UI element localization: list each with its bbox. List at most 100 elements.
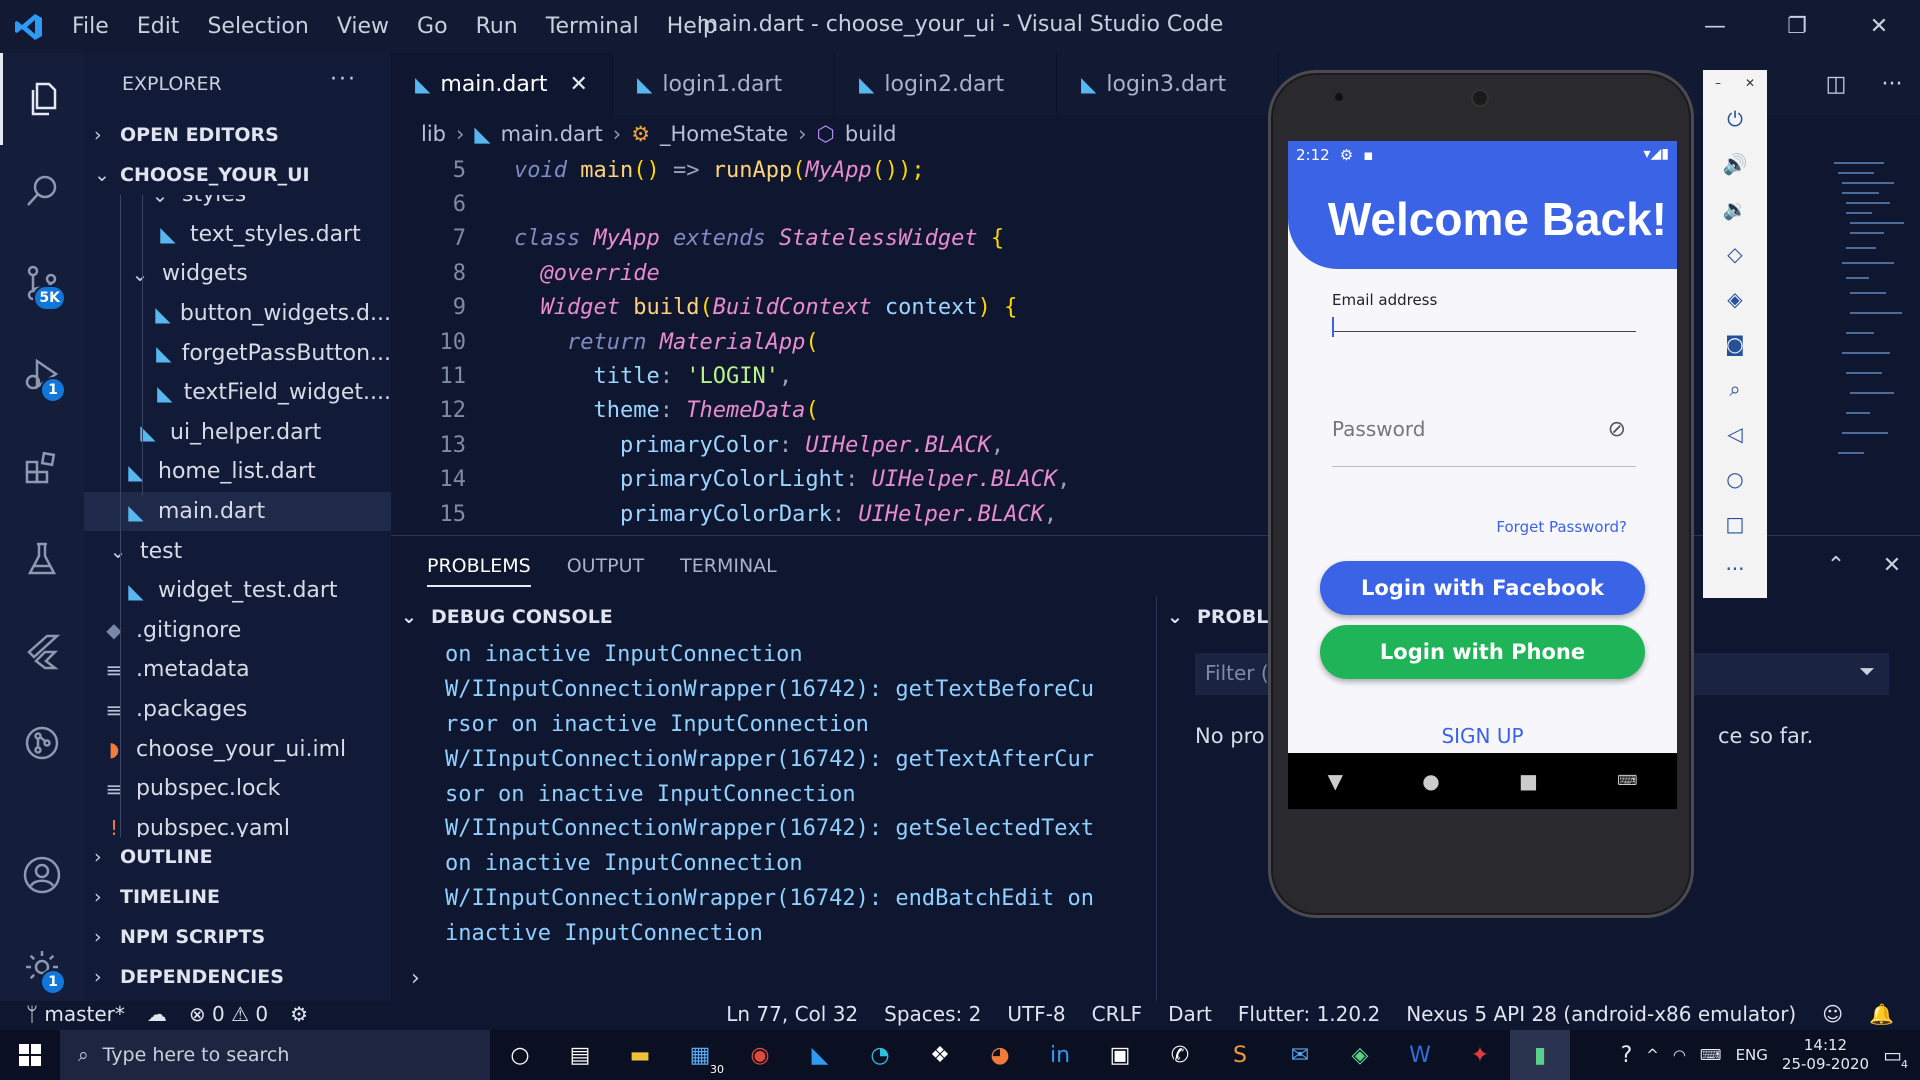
menu-selection[interactable]: Selection <box>193 14 322 39</box>
tree-folder-test[interactable]: ⌄ test <box>84 531 391 571</box>
problems-status[interactable]: ⊗ 0 ⚠ 0 <box>189 1002 268 1026</box>
minimap[interactable] <box>1824 153 1920 493</box>
rotate-left-icon[interactable]: ◇ <box>1703 231 1767 276</box>
tab-output[interactable]: OUTPUT <box>567 555 644 577</box>
flutter-version[interactable]: Flutter: 1.20.2 <box>1238 1002 1380 1026</box>
login-facebook-button[interactable]: Login with Facebook <box>1320 561 1645 615</box>
tree-file-forget-pass-button[interactable]: ◣ forgetPassButton... <box>84 333 391 373</box>
close-panel-icon[interactable]: ✕ <box>1864 536 1920 596</box>
notifications-bell-icon[interactable]: 🔔 <box>1869 1002 1894 1026</box>
debug-status-icon[interactable]: ⚙ <box>290 1002 308 1026</box>
outline-section[interactable]: › OUTLINE <box>84 837 391 877</box>
dependencies-section[interactable]: › DEPENDENCIES <box>84 957 391 997</box>
sync-icon[interactable]: ☁ <box>147 1002 167 1026</box>
language-mode[interactable]: Dart <box>1168 1002 1212 1026</box>
split-editor-icon[interactable]: ◫ <box>1808 72 1864 97</box>
npm-scripts-section[interactable]: › NPM SCRIPTS <box>84 917 391 957</box>
vscode-taskbar-icon[interactable]: ◣ <box>790 1030 850 1080</box>
emulator-minimize-icon[interactable]: – <box>1715 76 1721 90</box>
open-editors-section[interactable]: › OPEN EDITORS <box>84 115 391 155</box>
menu-help[interactable]: Help <box>653 14 731 39</box>
timeline-section[interactable]: › TIMELINE <box>84 877 391 917</box>
breadcrumb-class[interactable]: _HomeState <box>660 122 788 146</box>
power-icon[interactable]: ⏻ <box>1703 96 1767 141</box>
clock[interactable]: 14:12 25-09-2020 <box>1782 1036 1869 1074</box>
recents-nav-icon[interactable]: ■ <box>1519 769 1538 793</box>
breadcrumb-lib[interactable]: lib <box>421 122 446 146</box>
home-icon[interactable]: ○ <box>1703 456 1767 501</box>
acrobat-icon[interactable]: ✦ <box>1450 1030 1510 1080</box>
editor-more-icon[interactable]: ··· <box>1864 72 1920 97</box>
git-graph-icon[interactable] <box>0 697 84 789</box>
volume-up-icon[interactable]: 🔊 <box>1703 141 1767 186</box>
keyboard-nav-icon[interactable]: ⌨ <box>1617 773 1637 789</box>
flutter-icon[interactable] <box>0 605 84 697</box>
linkedin-icon[interactable]: in <box>1030 1030 1090 1080</box>
android-studio-icon[interactable]: ◈ <box>1330 1030 1390 1080</box>
tree-folder-styles[interactable]: ⌄ styles <box>84 195 391 215</box>
tree-file-main[interactable]: ◣ main.dart <box>84 491 391 532</box>
line-ending[interactable]: CRLF <box>1092 1002 1143 1026</box>
mail-icon[interactable]: ✉ <box>1270 1030 1330 1080</box>
device-selector[interactable]: Nexus 5 API 28 (android-x86 emulator) <box>1406 1002 1796 1026</box>
menu-edit[interactable]: Edit <box>123 14 194 39</box>
branch-status[interactable]: ᛘ master* <box>26 1002 125 1026</box>
extensions-icon[interactable] <box>0 421 84 513</box>
tree-file-gitignore[interactable]: ◆ .gitignore <box>84 611 391 651</box>
task-view-icon[interactable]: ▤ <box>550 1030 610 1080</box>
menu-view[interactable]: View <box>323 14 403 39</box>
windows-start-icon[interactable] <box>0 1030 60 1080</box>
tab-main-dart[interactable]: ◣ main.dart ✕ <box>391 53 613 115</box>
tree-file-metadata[interactable]: ≡ .metadata <box>84 650 391 690</box>
sublime-icon[interactable]: S <box>1210 1030 1270 1080</box>
emulator-taskbar-icon[interactable]: ▮ <box>1510 1030 1570 1080</box>
breadcrumb-file[interactable]: main.dart <box>501 122 603 146</box>
sign-up-link[interactable]: SIGN UP <box>1288 724 1677 748</box>
close-tab-icon[interactable]: ✕ <box>569 72 587 97</box>
testing-icon[interactable] <box>0 513 84 605</box>
overview-icon[interactable]: □ <box>1703 501 1767 546</box>
tree-file-ui-helper[interactable]: ◣ ui_helper.dart <box>84 413 391 453</box>
camera-icon[interactable]: ◙ <box>1703 321 1767 366</box>
menu-go[interactable]: Go <box>403 14 462 39</box>
tab-terminal[interactable]: TERMINAL <box>680 555 777 577</box>
encoding[interactable]: UTF-8 <box>1007 1002 1065 1026</box>
login-phone-button[interactable]: Login with Phone <box>1320 625 1645 679</box>
wifi-icon[interactable]: ◠ <box>1673 1046 1686 1064</box>
forget-password-link[interactable]: Forget Password? <box>1496 518 1627 536</box>
tab-login3-dart[interactable]: ◣ login3.dart <box>1057 53 1279 115</box>
visibility-off-icon[interactable]: ⊘ <box>1608 417 1626 442</box>
word-icon[interactable]: W <box>1390 1030 1450 1080</box>
run-debug-icon[interactable]: 1 <box>0 329 84 421</box>
volume-down-icon[interactable]: 🔉 <box>1703 186 1767 231</box>
dropbox-icon[interactable]: ❖ <box>910 1030 970 1080</box>
edge-icon[interactable]: ◔ <box>850 1030 910 1080</box>
zoom-icon[interactable]: ⌕ <box>1703 366 1767 411</box>
tab-login1-dart[interactable]: ◣ login1.dart <box>613 53 835 115</box>
console-input-chevron-icon[interactable]: › <box>411 966 420 991</box>
menu-terminal[interactable]: Terminal <box>532 14 653 39</box>
ime-icon[interactable]: ⌨ <box>1700 1046 1722 1064</box>
store-icon[interactable]: ▦ 30 <box>670 1030 730 1080</box>
tree-file-pubspec-yaml[interactable]: ! pubspec.yaml <box>84 809 391 837</box>
cortana-icon[interactable]: ○ <box>490 1030 550 1080</box>
chrome-icon[interactable]: ◉ <box>730 1030 790 1080</box>
email-field[interactable]: Email address <box>1332 291 1636 337</box>
feedback-icon[interactable]: ☺ <box>1822 1002 1843 1026</box>
tree-file-widget-test[interactable]: ◣ widget_test.dart <box>84 571 391 611</box>
tree-folder-widgets[interactable]: ⌄ widgets <box>84 254 391 294</box>
restore-icon[interactable]: ❐ <box>1756 0 1838 53</box>
more-actions-icon[interactable]: ··· <box>330 67 357 92</box>
tree-file-home-list[interactable]: ◣ home_list.dart <box>84 452 391 492</box>
tree-file-textfield-widget[interactable]: ◣ textField_widget.... <box>84 373 391 413</box>
explorer-icon[interactable] <box>0 53 84 145</box>
close-window-icon[interactable]: ✕ <box>1838 0 1920 53</box>
tree-file-text-styles[interactable]: ◣ text_styles.dart <box>84 215 391 255</box>
store-bag-icon[interactable]: ▣ <box>1090 1030 1150 1080</box>
tree-file-packages[interactable]: ≡ .packages <box>84 690 391 730</box>
tree-file-button-widgets[interactable]: ◣ button_widgets.d... <box>84 294 391 334</box>
rotate-right-icon[interactable]: ◈ <box>1703 276 1767 321</box>
back-nav-icon[interactable]: ▼ <box>1328 769 1343 793</box>
accounts-icon[interactable] <box>0 829 84 921</box>
tab-problems[interactable]: PROBLEMS <box>427 555 531 587</box>
